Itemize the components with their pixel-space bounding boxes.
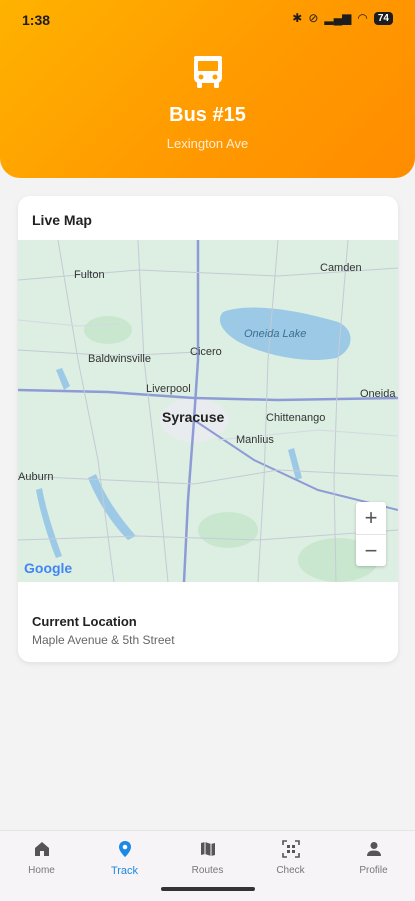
status-bar: 1:38 ✱ ⊘ ▂▄▆ ◠ 74 <box>0 0 415 40</box>
map-label-oneida-lake: Oneida Lake <box>244 328 307 340</box>
map-label-manlius: Manlius <box>236 434 274 446</box>
zoom-in-button[interactable]: + <box>356 502 386 535</box>
nav-item-home[interactable]: Home <box>0 839 83 876</box>
map-label-camden: Camden <box>320 262 362 274</box>
zoom-controls: + − <box>356 502 386 566</box>
map-label-chittenango: Chittenango <box>266 412 326 424</box>
map-icon <box>200 842 215 856</box>
nav-label-check: Check <box>276 865 305 876</box>
nav-item-check[interactable]: Check <box>249 839 332 876</box>
nav-label-track: Track <box>110 865 139 877</box>
bus-icon <box>194 56 222 88</box>
google-attribution[interactable]: Google <box>24 560 72 576</box>
zoom-out-button[interactable]: − <box>356 535 386 567</box>
map-label-oneida: Oneida <box>360 388 396 400</box>
header: 1:38 ✱ ⊘ ▂▄▆ ◠ 74 Bus #15 Lexington Ave <box>0 0 415 178</box>
home-icon <box>34 842 49 856</box>
nav-label-profile: Profile <box>359 865 388 876</box>
map-label-fulton: Fulton <box>74 269 105 281</box>
nav-item-routes[interactable]: Routes <box>166 839 249 876</box>
nav-item-profile[interactable]: Profile <box>332 839 415 876</box>
bus-title: Bus #15 <box>169 104 246 126</box>
qr-scan-icon <box>281 840 300 858</box>
status-time: 1:38 <box>22 12 51 28</box>
bus-route-subtitle: Lexington Ave <box>166 136 249 151</box>
home-indicator[interactable] <box>161 887 255 891</box>
live-map[interactable]: Fulton Camden Oneida Lake Baldwinsville … <box>18 240 398 582</box>
signal-icon: ▂▄▆ <box>324 11 352 25</box>
status-icons: ✱ ⊘ ▂▄▆ ◠ 74 <box>292 11 393 25</box>
bluetooth-icon: ✱ <box>292 11 303 25</box>
current-location-value: Maple Avenue & 5th Street <box>32 633 175 647</box>
wifi-icon: ◠ <box>357 11 368 25</box>
map-label-liverpool: Liverpool <box>146 383 191 395</box>
mute-icon: ⊘ <box>308 11 319 25</box>
nav-label-routes: Routes <box>191 865 224 876</box>
live-map-card: Live Map Fulton Camden Oneida Lake Baldw… <box>18 196 398 662</box>
nav-label-home: Home <box>28 865 55 876</box>
location-pin-icon <box>118 841 131 857</box>
nav-item-track[interactable]: Track <box>83 839 166 877</box>
person-icon <box>366 842 381 856</box>
current-location-label: Current Location <box>32 614 137 629</box>
card-title: Live Map <box>32 212 92 228</box>
map-label-syracuse: Syracuse <box>162 409 225 425</box>
battery-indicator: 74 <box>373 11 393 25</box>
map-label-baldwinsville: Baldwinsville <box>88 353 151 365</box>
map-label-cicero: Cicero <box>190 346 222 358</box>
map-label-auburn: Auburn <box>18 471 54 483</box>
